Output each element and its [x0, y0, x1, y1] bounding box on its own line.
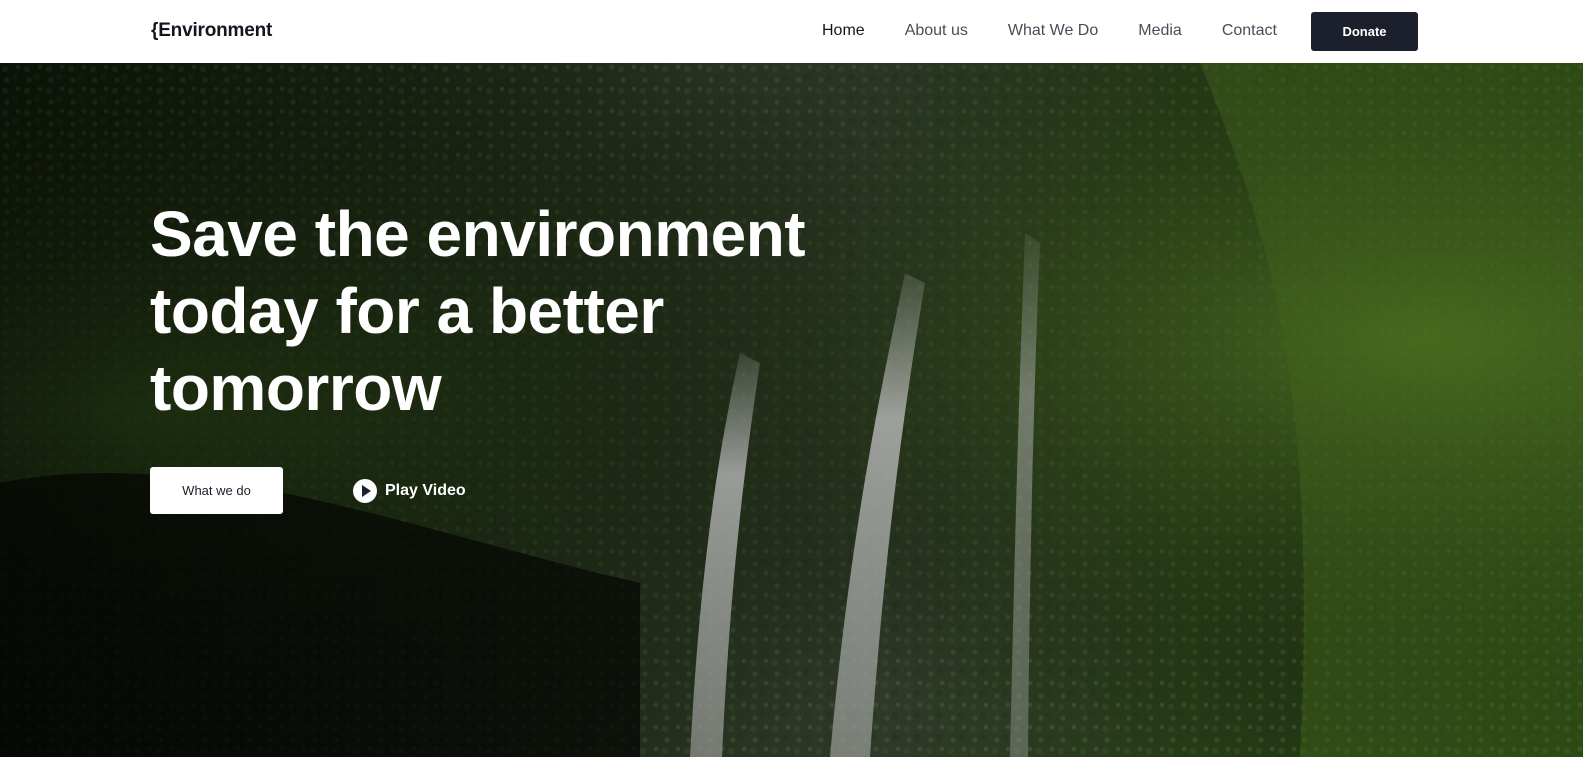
- play-video-label: Play Video: [385, 481, 466, 499]
- main-nav: Home About us What We Do Media Contact: [822, 22, 1317, 40]
- what-we-do-button[interactable]: What we do: [150, 467, 283, 514]
- nav-home[interactable]: Home: [822, 22, 865, 40]
- hero-headline-line-3: tomorrow: [150, 352, 442, 424]
- play-video-link[interactable]: Play Video: [353, 478, 466, 503]
- play-circle-icon: [353, 478, 377, 503]
- hero-section: Save the environment today for a better …: [0, 63, 1583, 757]
- hero-content: Save the environment today for a better …: [150, 196, 830, 427]
- brand-logo[interactable]: {Environment: [151, 20, 272, 42]
- nav-what-we-do[interactable]: What We Do: [1008, 22, 1098, 40]
- nav-media[interactable]: Media: [1138, 22, 1182, 40]
- nav-about-us[interactable]: About us: [905, 22, 968, 40]
- hero-headline-line-2: today for a better: [150, 275, 664, 347]
- top-navbar: {Environment Home About us What We Do Me…: [0, 0, 1583, 63]
- donate-button[interactable]: Donate: [1311, 12, 1418, 51]
- hero-headline: Save the environment today for a better …: [150, 196, 830, 427]
- nav-contact[interactable]: Contact: [1222, 22, 1277, 40]
- hero-cta-row: What we do Play Video: [150, 467, 466, 514]
- hero-headline-line-1: Save the environment: [150, 198, 806, 270]
